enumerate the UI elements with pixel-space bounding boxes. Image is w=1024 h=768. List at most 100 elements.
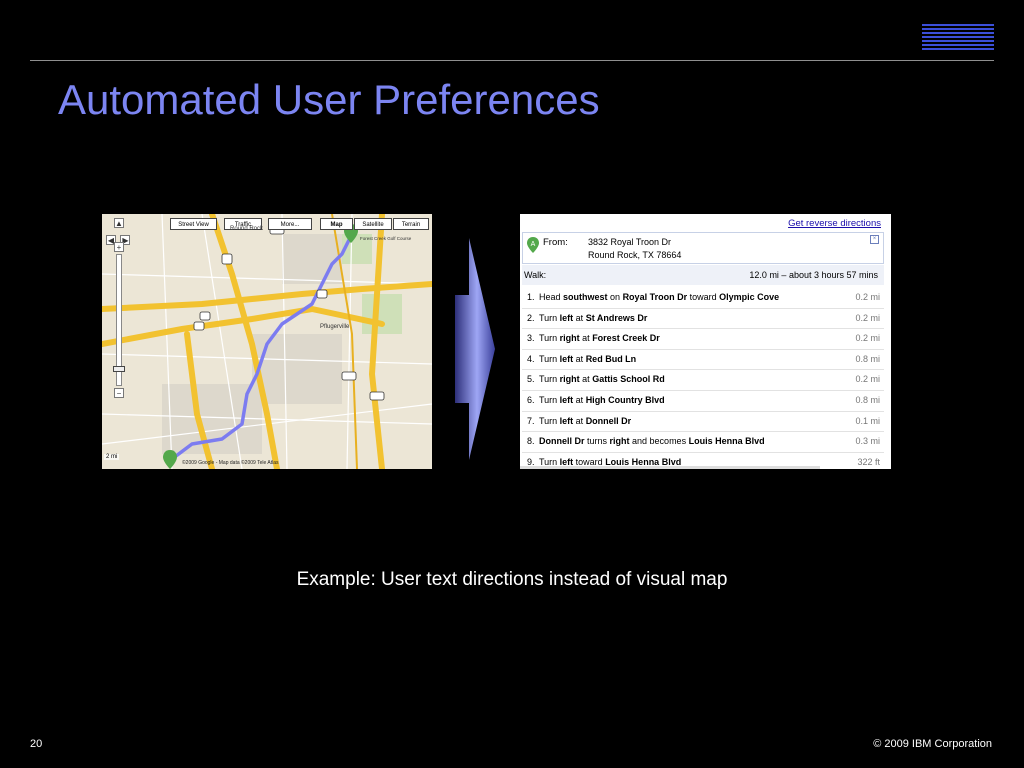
step-text-part: right	[559, 374, 580, 385]
step-distance: 0.3 mi	[855, 436, 880, 447]
header-rule	[30, 60, 994, 61]
step-text-part: Turn	[539, 312, 560, 323]
step-text: Turn left at Donnell Dr	[539, 412, 631, 431]
step-text-part: turns	[584, 436, 610, 447]
step-text-part: Head	[539, 292, 564, 302]
step-number: 7.	[527, 415, 535, 426]
step-text: Donnell Dr turns right and becomes Louis…	[539, 432, 765, 451]
step-text-part: at	[573, 312, 586, 323]
step-text: Head southwest on Royal Troon Dr toward …	[539, 288, 779, 307]
step-text: Turn left at High Country Blvd	[539, 391, 665, 410]
map-canvas	[102, 214, 432, 469]
map-label-pflugerville: Pflugerville	[320, 324, 350, 330]
address-line-2: Round Rock, TX 78664	[588, 250, 682, 260]
step-text-part: High Country Blvd	[585, 394, 665, 405]
map-copyright: ©2009 Google - Map data ©2009 Tele Atlas	[182, 460, 279, 466]
panel-scrollbar[interactable]	[520, 466, 820, 469]
step-number: 1.	[527, 292, 535, 302]
step-distance: 0.2 mi	[855, 333, 880, 344]
step-text: Turn right at Forest Creek Dr	[539, 329, 660, 348]
step-text-part: Donnell Dr	[539, 436, 585, 447]
terrain-button[interactable]: Terrain	[393, 218, 429, 230]
direction-step[interactable]: 4. Turn left at Red Bud Ln 0.8 mi	[522, 350, 884, 371]
street-view-button[interactable]: Street View	[170, 218, 217, 230]
step-distance: 322 ft	[857, 456, 880, 467]
zoom-slider-knob[interactable]	[113, 366, 125, 372]
map-pan-controls[interactable]: ▲	[112, 218, 126, 230]
direction-step[interactable]: 7. Turn left at Donnell Dr 0.1 mi	[522, 412, 884, 433]
step-text-part: right	[609, 436, 630, 447]
step-number: 2.	[527, 312, 535, 323]
marker-a-icon: A	[527, 237, 539, 253]
slide-title: Automated User Preferences	[58, 76, 600, 123]
svg-text:A: A	[531, 241, 536, 248]
step-text: Turn right at Gattis School Rd	[539, 370, 665, 389]
direction-step[interactable]: 6. Turn left at High Country Blvd 0.8 mi	[522, 391, 884, 412]
zoom-out-button[interactable]: −	[114, 388, 124, 398]
direction-step[interactable]: 1. Head southwest on Royal Troon Dr towar…	[522, 288, 884, 309]
map-label-round-rock: Round Rock	[230, 226, 264, 232]
step-number: 5.	[527, 374, 535, 385]
step-text-part: at	[579, 333, 593, 344]
step-text-part: Donnell Dr	[585, 415, 632, 426]
from-label: From:	[543, 237, 568, 248]
step-text-part: Louis Henna Blvd	[688, 436, 765, 447]
more-button[interactable]: More...	[268, 218, 312, 230]
page-number: 20	[30, 738, 43, 750]
right-arrow-icon	[455, 238, 495, 460]
step-text-part: Forest Creek Dr	[592, 333, 660, 344]
from-box: A From: 3832 Royal Troon Dr Round Rock, …	[522, 232, 884, 264]
step-text-part: at	[573, 353, 586, 364]
step-number: 8.	[527, 436, 535, 447]
step-distance: 0.1 mi	[855, 415, 880, 426]
steps-list: 1. Head southwest on Royal Troon Dr towar…	[522, 288, 884, 469]
direction-step[interactable]: 5. Turn right at Gattis School Rd 0.2 mi	[522, 370, 884, 391]
step-text-part: Turn	[539, 333, 560, 344]
step-text-part: Turn	[539, 374, 560, 385]
copyright-footer: © 2009 IBM Corporation	[873, 738, 992, 750]
step-text-part: left	[559, 312, 574, 323]
step-distance: 0.2 mi	[855, 374, 880, 385]
step-text-part: left	[559, 415, 574, 426]
direction-step[interactable]: 3. Turn right at Forest Creek Dr 0.2 mi	[522, 329, 884, 350]
step-text-part: Royal Troon Dr	[622, 292, 688, 302]
pan-up-icon[interactable]: ▲	[114, 218, 124, 228]
step-text-part: Red Bud Ln	[585, 353, 637, 364]
step-text-part: Turn	[539, 415, 560, 426]
address-line-1: 3832 Royal Troon Dr	[588, 237, 672, 247]
map-label-golf-course: Forest Creek Golf Course	[360, 236, 412, 241]
step-text-part: and becomes	[629, 436, 689, 447]
map-scale: 2 mi	[104, 454, 120, 460]
walk-summary: Walk: 12.0 mi – about 3 hours 57 mins	[522, 265, 884, 285]
ibm-logo: IBM	[922, 24, 994, 50]
step-distance: 0.2 mi	[855, 312, 880, 323]
step-text-part: at	[579, 374, 593, 385]
reverse-directions-link[interactable]: Get reverse directions	[788, 218, 881, 229]
step-text-part: toward	[687, 292, 720, 302]
slide-caption: Example: User text directions instead of…	[296, 569, 728, 590]
directions-panel: Get reverse directions A From: 3832 Roya…	[520, 214, 891, 469]
step-distance: 0.8 mi	[855, 353, 880, 364]
step-number: 4.	[527, 353, 535, 364]
step-text-part: Olympic Cove	[719, 292, 780, 302]
satellite-button[interactable]: Satellite	[354, 218, 392, 230]
step-distance: 0.8 mi	[855, 394, 880, 405]
step-text-part: southwest	[563, 292, 608, 302]
step-text-part: Turn	[539, 394, 560, 405]
step-text-part: at	[573, 415, 586, 426]
step-text-part: at	[573, 394, 586, 405]
step-number: 6.	[527, 394, 535, 405]
zoom-in-button[interactable]: +	[114, 242, 124, 252]
mode-label: Walk:	[524, 270, 547, 280]
step-text: Turn left at St Andrews Dr	[539, 309, 647, 328]
step-number: 3.	[527, 333, 535, 344]
route-summary: 12.0 mi – about 3 hours 57 mins	[749, 270, 878, 280]
map-view-button[interactable]: Map	[320, 218, 353, 230]
close-icon[interactable]: ×	[870, 235, 879, 244]
step-text-part: left	[559, 353, 574, 364]
step-text-part: left	[559, 394, 574, 405]
direction-step[interactable]: 8. Donnell Dr turns right and becomes Lou…	[522, 432, 884, 453]
step-distance: 0.2 mi	[855, 292, 880, 302]
direction-step[interactable]: 2. Turn left at St Andrews Dr 0.2 mi	[522, 309, 884, 330]
step-text-part: Turn	[539, 353, 560, 364]
